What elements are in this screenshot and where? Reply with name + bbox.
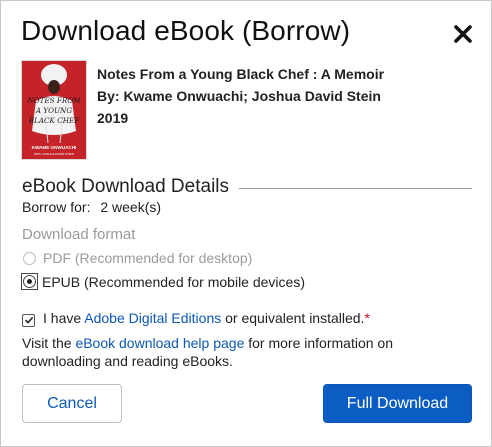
full-download-button[interactable]: Full Download bbox=[323, 384, 472, 423]
book-meta: Notes From a Young Black Chef : A Memoir… bbox=[97, 63, 384, 129]
book-cover-image: NOTES FROM A YOUNG BLACK CHEF KWAME ONWU… bbox=[22, 61, 86, 159]
download-details-header: eBook Download Details bbox=[22, 175, 472, 199]
epub-radio-focus-ring[interactable] bbox=[21, 273, 38, 290]
pdf-radio-label: PDF (Recommended for desktop) bbox=[43, 250, 253, 266]
section-heading: eBook Download Details bbox=[22, 176, 230, 197]
cover-title-line-1: NOTES FROM bbox=[26, 96, 81, 105]
book-cover: NOTES FROM A YOUNG BLACK CHEF KWAME ONWU… bbox=[22, 61, 86, 159]
cover-author: KWAME ONWUACHI bbox=[32, 145, 77, 150]
cover-title-line-2: A YOUNG bbox=[35, 106, 72, 115]
help-prefix: Visit the bbox=[22, 335, 76, 351]
ebook-help-link[interactable]: eBook download help page bbox=[75, 335, 244, 351]
format-option-pdf[interactable]: PDF (Recommended for desktop) bbox=[22, 250, 252, 266]
agreement-prefix: I have bbox=[43, 310, 85, 326]
book-title: Notes From a Young Black Chef : A Memoir bbox=[97, 66, 385, 82]
cancel-button[interactable]: Cancel bbox=[22, 384, 122, 423]
pdf-radio[interactable] bbox=[23, 251, 36, 265]
format-heading: Download format bbox=[22, 226, 136, 243]
format-option-epub[interactable]: EPUB (Recommended for mobile devices) bbox=[21, 273, 305, 290]
close-icon[interactable] bbox=[448, 19, 478, 49]
close-button[interactable] bbox=[448, 19, 478, 49]
dialog-title: Download eBook (Borrow) bbox=[21, 15, 351, 46]
borrow-period: Borrow for: 2 week(s) bbox=[22, 199, 161, 215]
adobe-agreement: I have Adobe Digital Editions or equival… bbox=[22, 310, 370, 327]
radio-selected-dot bbox=[27, 279, 32, 284]
cover-subtitle: WITH JOSHUA DAVID STEIN bbox=[34, 152, 74, 156]
book-authors: By: Kwame Onwuachi; Joshua David Stein bbox=[97, 88, 381, 104]
help-text: Visit the eBook download help page for m… bbox=[22, 334, 422, 370]
agreement-checkbox[interactable] bbox=[22, 313, 35, 327]
epub-radio-label: EPUB (Recommended for mobile devices) bbox=[42, 273, 305, 290]
section-divider bbox=[239, 188, 472, 189]
book-year: 2019 bbox=[97, 110, 129, 126]
agreement-suffix: or equivalent installed. bbox=[221, 310, 365, 326]
download-ebook-dialog: Download eBook (Borrow) NOTES FROM A YOU… bbox=[0, 0, 492, 447]
required-marker: * bbox=[364, 310, 370, 326]
adobe-digital-editions-link[interactable]: Adobe Digital Editions bbox=[84, 310, 221, 326]
borrow-value: 2 week(s) bbox=[100, 199, 162, 215]
borrow-label: Borrow for: bbox=[22, 199, 91, 215]
cover-title-line-3: BLACK CHEF bbox=[28, 116, 80, 125]
epub-radio[interactable] bbox=[23, 275, 36, 288]
checkmark-icon bbox=[24, 316, 33, 324]
